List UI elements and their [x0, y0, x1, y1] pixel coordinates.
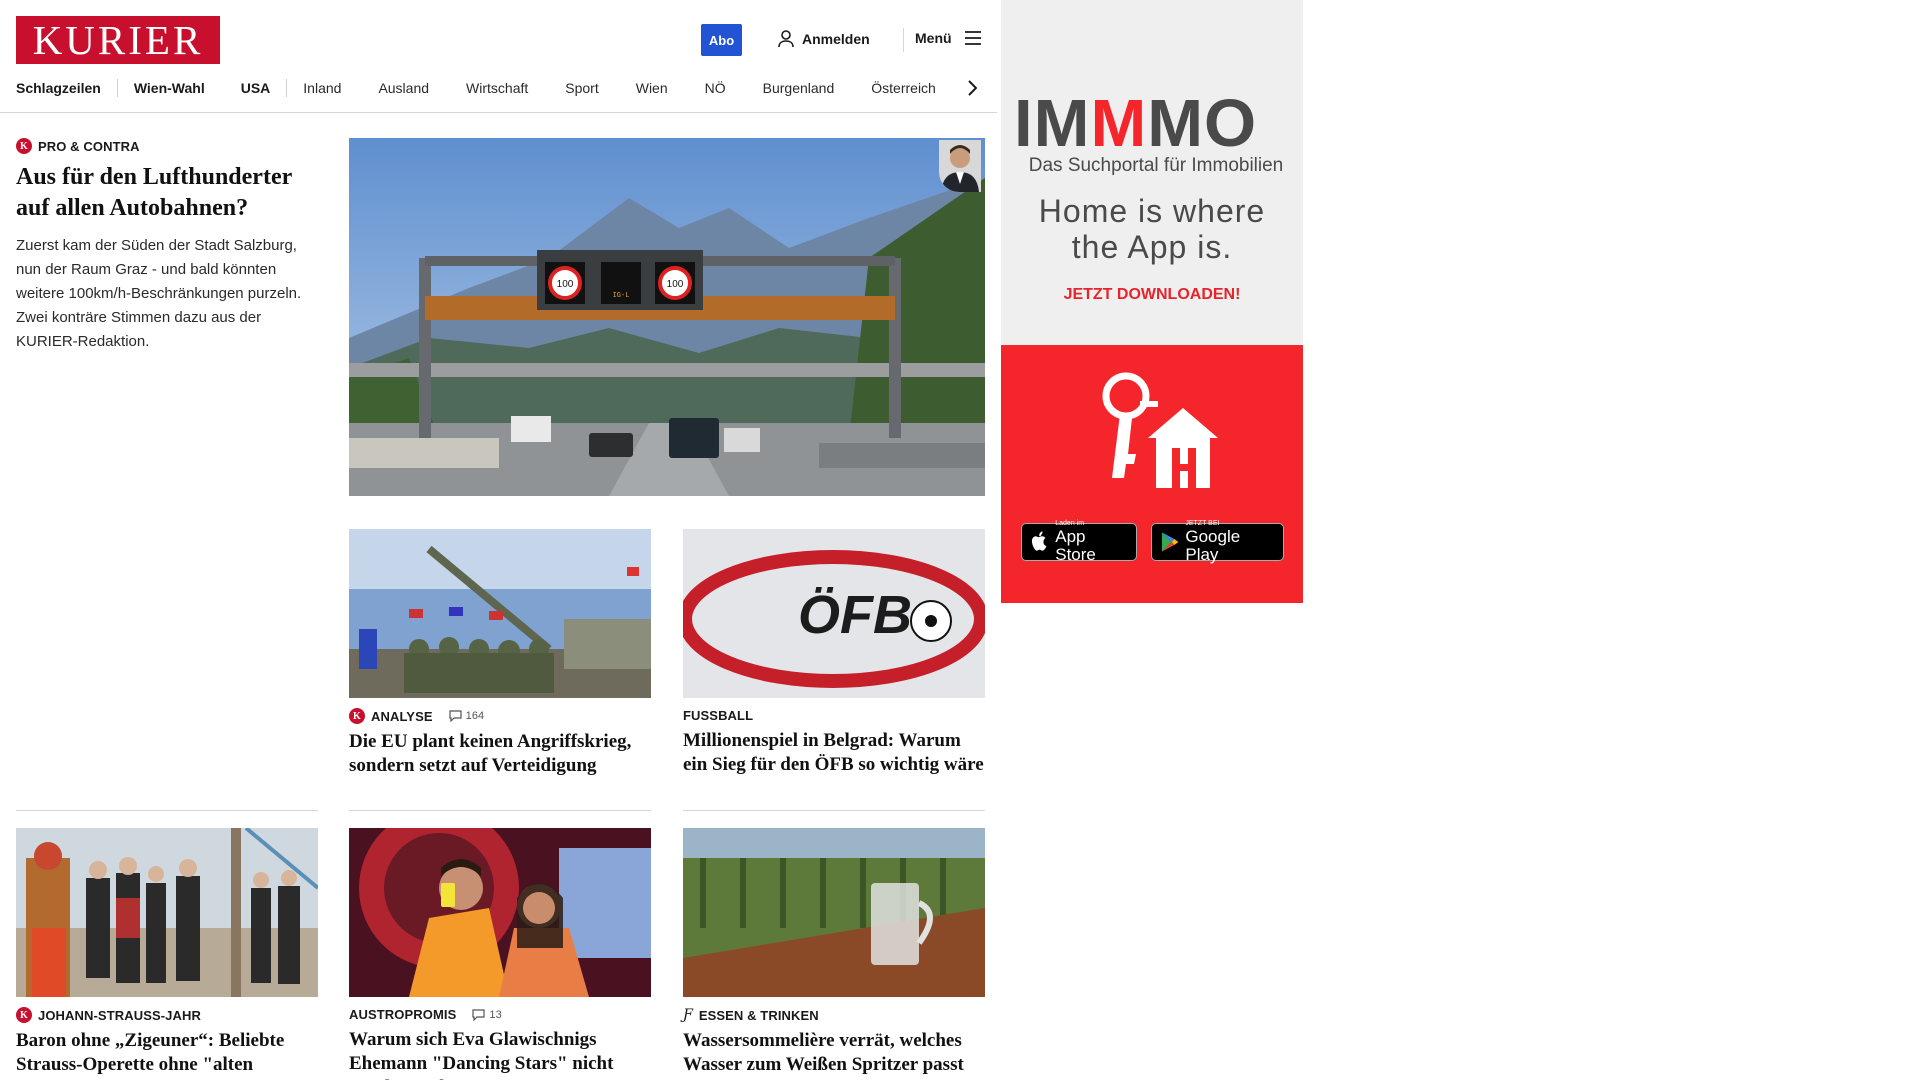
article-image-water-glass[interactable] — [683, 828, 985, 997]
nav-item-noe[interactable]: NÖ — [705, 80, 726, 96]
comment-count-value: 13 — [489, 1008, 502, 1021]
abo-button[interactable]: Abo — [701, 24, 742, 56]
kurier-plus-icon: K — [16, 138, 32, 154]
oefb-logo-text: ÖFB — [798, 585, 912, 645]
hamburger-icon — [964, 31, 981, 45]
article-title[interactable]: Wassersommelière verrät, welches Wasser … — [683, 1029, 985, 1077]
article-kicker: ƒ ESSEN & TRINKEN — [683, 1007, 985, 1023]
google-play-text: JETZT BEI Google Play — [1185, 520, 1241, 564]
article-card-dancing-stars[interactable]: AUSTROPROMIS 13 Warum sich Eva Glawischn… — [349, 828, 651, 1080]
google-play-icon — [1161, 532, 1179, 552]
article-kicker: K JOHANN-STRAUSS-JAHR — [16, 1007, 318, 1023]
ad-slogan-line-1: Home is where — [1038, 193, 1266, 229]
lead-title[interactable]: Aus für den Lufthunderter auf allen Auto… — [16, 162, 316, 224]
article-kicker-label: AUSTROPROMIS — [349, 1007, 457, 1022]
app-store-button[interactable]: Laden im App Store — [1021, 520, 1137, 564]
nav-item-wirtschaft[interactable]: Wirtschaft — [466, 80, 528, 96]
section-divider — [349, 810, 651, 811]
article-kicker-label: ANALYSE — [371, 708, 433, 724]
key-house-icon — [1102, 372, 1218, 488]
article-title[interactable]: Baron ohne „Zigeuner“: Beliebte Strauss-… — [16, 1029, 318, 1080]
ad-slogan: Home is where the App is. — [1001, 193, 1303, 265]
ad-slogan-line-2: the App is. — [1071, 229, 1233, 265]
article-card-eu[interactable]: K ANALYSE 164 Die EU plant keinen Angrif… — [349, 529, 651, 778]
article-title[interactable]: Millionenspiel in Belgrad: Warum ein Sie… — [683, 729, 985, 777]
comment-icon — [449, 710, 462, 722]
article-card-strauss[interactable]: K JOHANN-STRAUSS-JAHR Baron ohne „Zigeun… — [16, 828, 318, 1080]
lead-teaser: Zuerst kam der Süden der Stadt Salzburg,… — [16, 237, 302, 350]
nav-divider — [286, 79, 288, 97]
comment-count[interactable]: 13 — [472, 1008, 502, 1021]
article-image-oefb-logo[interactable]: ÖFB — [683, 529, 985, 698]
nav-item-inland[interactable]: Inland — [303, 80, 341, 96]
section-divider — [16, 810, 318, 811]
nav-item-wien[interactable]: Wien — [636, 80, 668, 96]
immmo-logo: IMMMO — [1014, 86, 1258, 161]
article-title[interactable]: Die EU plant keinen Angriffskrieg, sonde… — [349, 730, 651, 778]
article-kicker: K ANALYSE 164 — [349, 708, 651, 724]
article-card-wasser[interactable]: ƒ ESSEN & TRINKEN Wassersommelière verrä… — [683, 828, 985, 1077]
article-image-dancing-stars[interactable] — [349, 828, 651, 997]
lead-kicker-label: PRO & CONTRA — [38, 138, 140, 154]
article-image-operetta-cast[interactable] — [16, 828, 318, 997]
nav-item-ausland[interactable]: Ausland — [378, 80, 429, 96]
fork-icon: ƒ — [683, 1007, 693, 1023]
google-play-button[interactable]: JETZT BEI Google Play — [1151, 520, 1284, 564]
article-card-oefb[interactable]: ÖFB FUSSBALL Millionenspiel in Belgrad: … — [683, 529, 985, 777]
author-avatar — [939, 140, 981, 192]
chevron-right-icon — [968, 80, 977, 96]
header-divider — [903, 28, 904, 52]
lead-hero-image[interactable]: 100 IG-L 100 — [349, 138, 985, 496]
article-kicker-label: JOHANN-STRAUSS-JAHR — [38, 1007, 201, 1023]
article-kicker: FUSSBALL — [683, 708, 985, 723]
comment-count-value: 164 — [465, 710, 485, 722]
comment-count[interactable]: 164 — [449, 710, 485, 722]
section-nav: Schlagzeilen Wien-Wahl USA Inland Auslan… — [16, 76, 936, 100]
user-icon — [778, 30, 794, 48]
nav-item-usa[interactable]: USA — [241, 80, 271, 96]
login-button[interactable]: Anmelden — [778, 30, 870, 48]
ad-download-cta[interactable]: JETZT DOWNLOADEN! — [1001, 286, 1303, 304]
article-kicker-label: ESSEN & TRINKEN — [698, 1007, 819, 1023]
immmo-subtitle: Das Suchportal für Immobilien — [1028, 155, 1284, 176]
article-title[interactable]: Warum sich Eva Glawischnigs Ehemann "Dan… — [349, 1028, 651, 1080]
nav-divider — [116, 79, 118, 97]
speed-sign-right: 100 — [667, 279, 684, 290]
article-image-soldiers[interactable] — [349, 529, 651, 698]
site-header: KURIER Abo Anmelden Menü Schlagzeilen Wi… — [0, 0, 997, 113]
article-kicker-label: FUSSBALL — [683, 708, 754, 723]
nav-item-wien-wahl[interactable]: Wien-Wahl — [134, 80, 205, 96]
igl-sign: IG-L — [613, 292, 630, 300]
menu-button[interactable]: Menü — [915, 30, 982, 46]
nav-item-schlagzeilen[interactable]: Schlagzeilen — [16, 80, 101, 96]
kurier-plus-icon: K — [349, 708, 365, 724]
lead-article[interactable]: K PRO & CONTRA Aus für den Lufthunderter… — [16, 138, 316, 354]
comment-icon — [472, 1008, 485, 1021]
highway-gantry-image: 100 IG-L 100 — [349, 138, 985, 496]
lead-kicker: K PRO & CONTRA — [16, 138, 316, 154]
menu-label: Menü — [915, 30, 952, 46]
app-store-text: Laden im App Store — [1055, 520, 1096, 564]
kurier-plus-icon: K — [16, 1007, 32, 1023]
nav-item-burgenland[interactable]: Burgenland — [763, 80, 835, 96]
section-divider — [683, 810, 985, 811]
article-kicker: AUSTROPROMIS 13 — [349, 1007, 651, 1022]
kurier-logo[interactable]: KURIER — [16, 16, 220, 64]
speed-sign-left: 100 — [557, 279, 574, 290]
nav-scroll-right-button[interactable] — [962, 76, 982, 100]
nav-item-sport[interactable]: Sport — [565, 80, 598, 96]
nav-item-oesterreich[interactable]: Österreich — [871, 80, 936, 96]
apple-icon — [1031, 531, 1047, 551]
login-label: Anmelden — [802, 31, 870, 47]
